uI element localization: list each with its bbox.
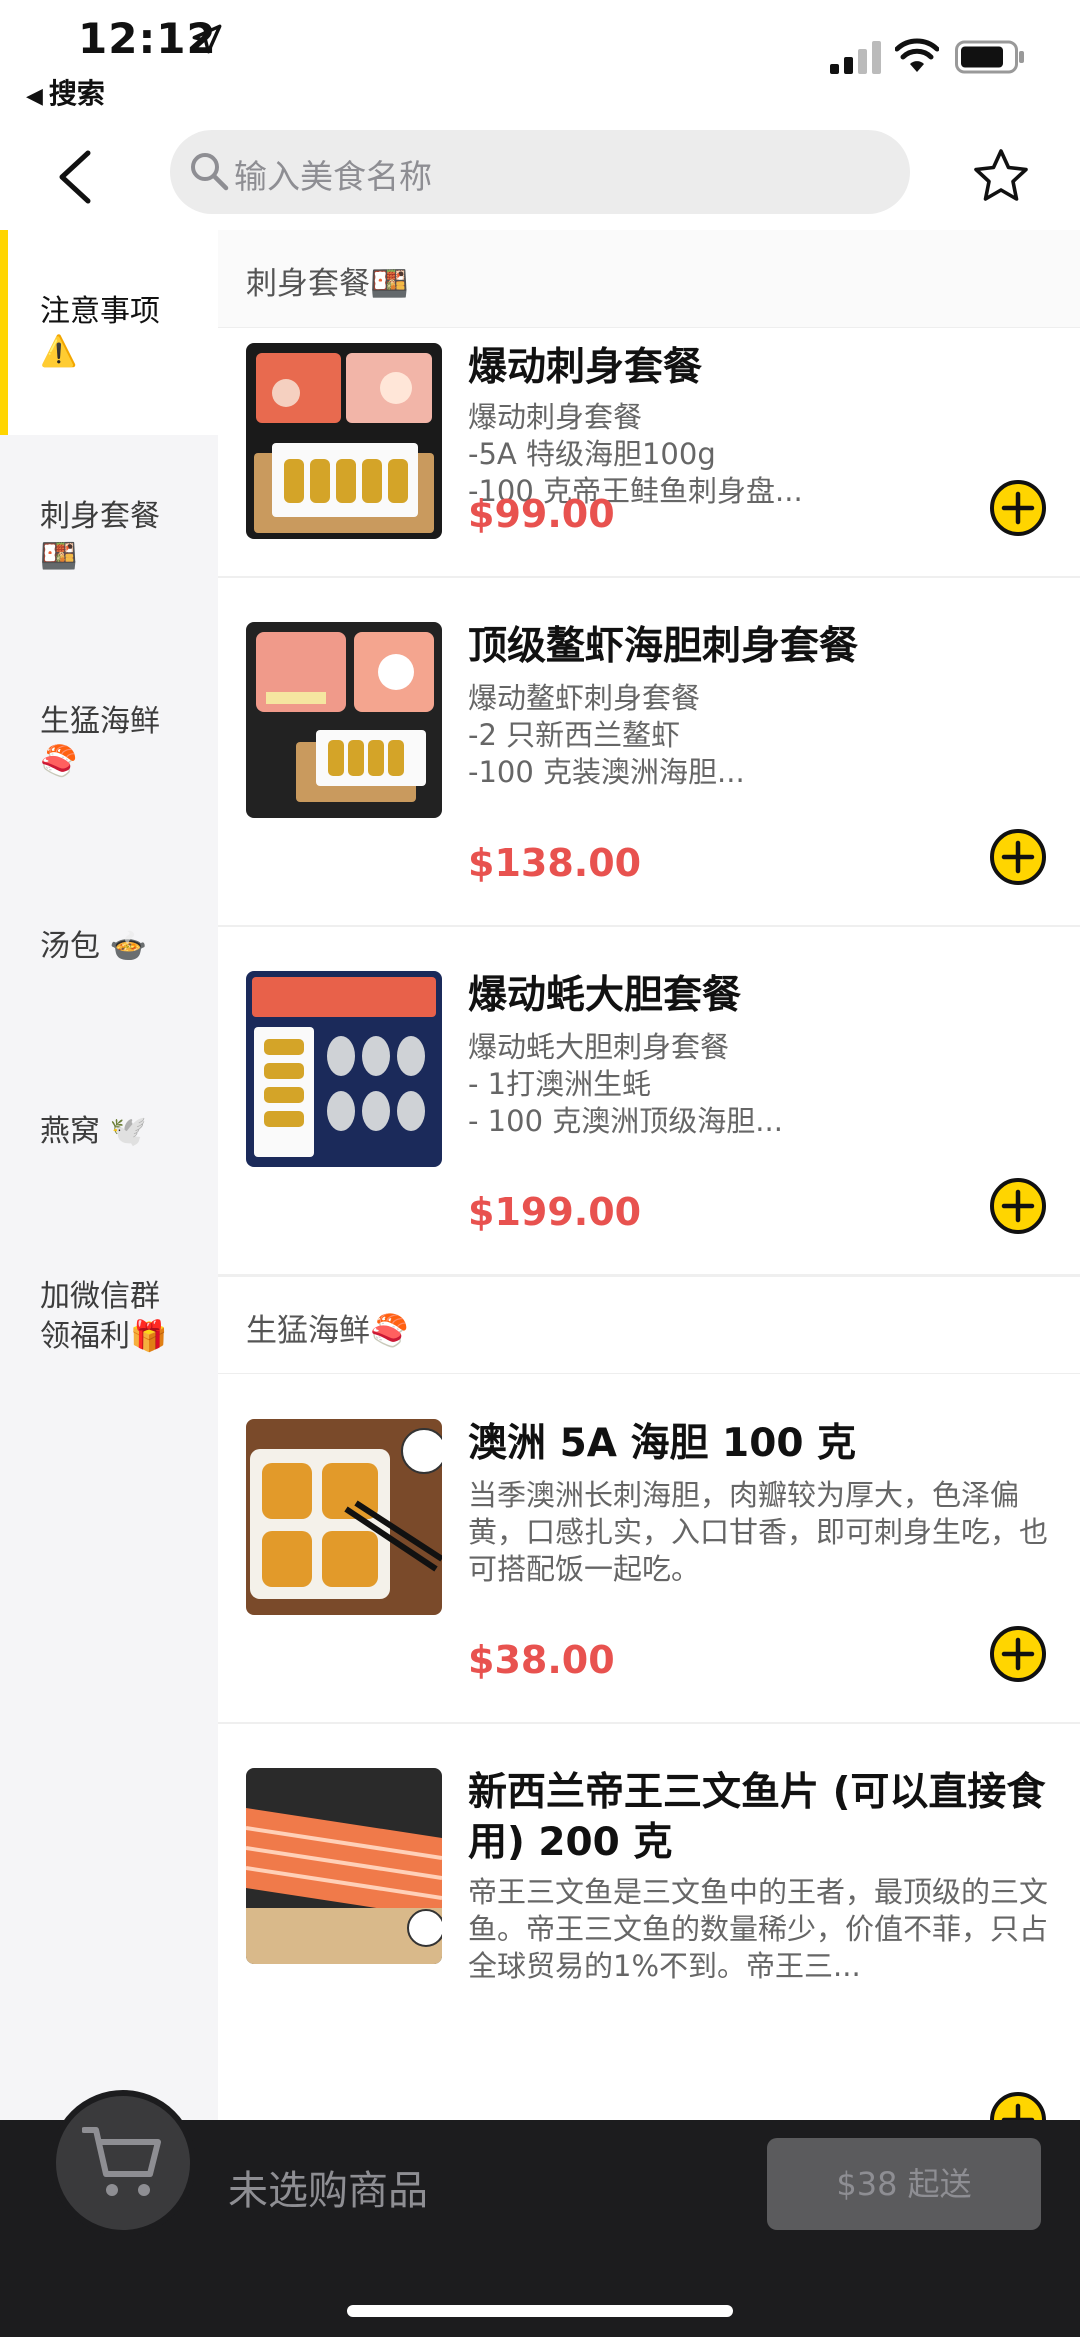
cart-button[interactable]	[50, 2090, 196, 2236]
product-description: 当季澳洲长刺海胆，肉瓣较为厚大，色泽偏黄，口感扎实，入口甘香，即可刺身生吃，也可…	[468, 1478, 1049, 1586]
battery-icon	[955, 40, 1024, 74]
product-price: $199.00	[468, 1190, 642, 1234]
product-image	[246, 971, 442, 1167]
sidebar-item-soup-dumplings[interactable]: 汤包 🍲	[0, 845, 218, 1050]
product-description: 爆动蚝大胆刺身套餐 - 1打澳洲生蚝 - 100 克澳洲顶级海胆...	[468, 1030, 783, 1138]
sidebar-item-label: 加微信群 领福利🎁	[40, 1279, 168, 1354]
cellular-signal-icon	[830, 41, 881, 74]
product-card[interactable]: 澳洲 5A 海胆 100 克 当季澳洲长刺海胆，肉瓣较为厚大，色泽偏黄，口感扎实…	[218, 1375, 1080, 1724]
home-indicator	[347, 2305, 733, 2317]
location-arrow-icon	[192, 24, 222, 54]
back-app-label: 搜索	[48, 77, 105, 110]
product-price: $138.00	[468, 841, 642, 885]
product-title: 爆动蚝大胆套餐	[468, 973, 742, 1018]
cart-bar: 未选购商品 $38 起送	[0, 2090, 1080, 2337]
add-to-cart-icon[interactable]	[988, 1624, 1048, 1684]
nav-bar: 输入美食名称	[0, 125, 1080, 230]
wifi-icon	[895, 38, 939, 72]
add-to-cart-icon[interactable]	[988, 2090, 1048, 2120]
product-image	[246, 622, 442, 818]
add-to-cart-icon[interactable]	[988, 1176, 1048, 1236]
product-image	[246, 1419, 442, 1615]
sidebar-item-wechat-group[interactable]: 加微信群 领福利🎁	[0, 1235, 218, 1440]
add-to-cart-icon[interactable]	[988, 827, 1048, 887]
product-card[interactable]: 顶级鳌虾海胆刺身套餐 爆动鳌虾刺身套餐 -2 只新西兰鳌虾 -100 克装澳洲海…	[218, 578, 1080, 927]
add-to-cart-icon[interactable]	[988, 478, 1048, 538]
product-title: 顶级鳌虾海胆刺身套餐	[468, 624, 859, 669]
search-input[interactable]: 输入美食名称	[170, 130, 910, 214]
sidebar-item-label: 刺身套餐 🍱	[40, 499, 160, 574]
product-title: 澳洲 5A 海胆 100 克	[468, 1421, 857, 1466]
product-list: 刺身套餐🍱 爆动刺身套餐 爆动刺身套餐 -5A 特级海胆100g -100 克帝…	[218, 230, 1080, 2120]
sidebar-item-sashimi-set[interactable]: 刺身套餐 🍱	[0, 435, 218, 640]
search-placeholder: 输入美食名称	[234, 157, 432, 196]
product-image	[246, 1768, 442, 1964]
product-description: 爆动鳌虾刺身套餐 -2 只新西兰鳌虾 -100 克装澳洲海胆...	[468, 681, 745, 789]
product-image	[246, 343, 442, 539]
product-title: 新西兰帝王三文鱼片 (可以直接食用) 200 克	[468, 1770, 1046, 1865]
category-sidebar: 注意事项 ⚠️ 刺身套餐 🍱 生猛海鲜 🍣 汤包 🍲 燕窝 🕊️ 加微信群 领福…	[0, 230, 218, 2120]
shopping-cart-icon	[82, 2127, 161, 2196]
back-arrow-icon[interactable]	[48, 147, 108, 207]
product-card[interactable]: 爆动蚝大胆套餐 爆动蚝大胆刺身套餐 - 1打澳洲生蚝 - 100 克澳洲顶级海胆…	[218, 927, 1080, 1276]
checkout-button[interactable]: $38 起送	[767, 2138, 1041, 2230]
section-header: 刺身套餐🍱	[218, 230, 1080, 328]
sidebar-item-label: 汤包 🍲	[40, 929, 147, 964]
product-card[interactable]: 新西兰帝王三文鱼片 (可以直接食用) 200 克 帝王三文鱼是三文鱼中的王者，最…	[218, 1724, 1080, 2120]
product-title: 爆动刺身套餐	[468, 345, 703, 390]
status-bar: 12:12 ◀ 搜索	[0, 0, 1080, 125]
sidebar-item-notice[interactable]: 注意事项 ⚠️	[0, 230, 218, 435]
sidebar-item-live-seafood[interactable]: 生猛海鲜 🍣	[0, 640, 218, 845]
back-to-app-link[interactable]: ◀ 搜索	[26, 72, 105, 112]
product-price: $38.00	[468, 1638, 615, 1682]
sidebar-item-label: 注意事项 ⚠️	[40, 294, 160, 369]
product-description: 帝王三文鱼是三文鱼中的王者，最顶级的三文鱼。帝王三文鱼的数量稀少，价值不菲，只占…	[468, 1875, 1049, 1983]
search-icon	[191, 153, 229, 191]
cart-empty-label: 未选购商品	[228, 2168, 428, 2214]
sidebar-item-birds-nest[interactable]: 燕窝 🕊️	[0, 1030, 218, 1235]
sidebar-item-label: 燕窝 🕊️	[40, 1114, 147, 1149]
favorite-star-icon[interactable]	[972, 147, 1030, 205]
sidebar-item-label: 生猛海鲜 🍣	[40, 704, 160, 779]
section-header: 生猛海鲜🍣	[218, 1276, 1080, 1374]
product-price: $99.00	[468, 492, 615, 536]
product-card[interactable]: 爆动刺身套餐 爆动刺身套餐 -5A 特级海胆100g -100 克帝王鲑鱼刺身盘…	[218, 329, 1080, 578]
